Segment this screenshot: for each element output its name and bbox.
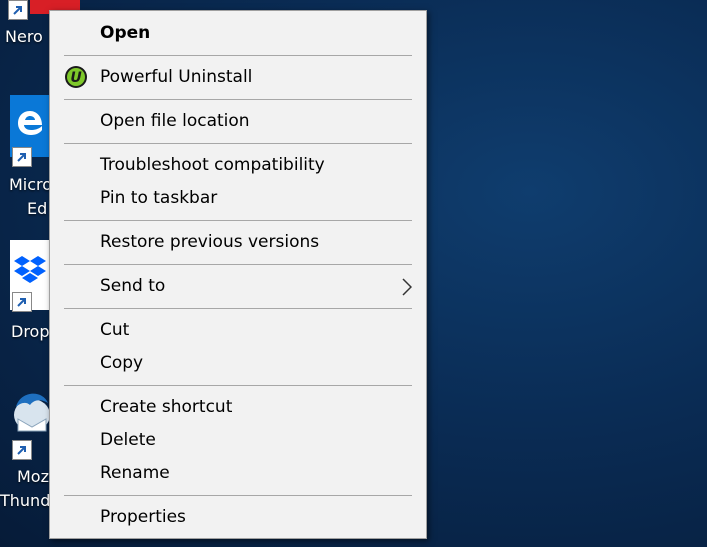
menu-item-label: Restore previous versions (100, 232, 320, 252)
desktop-icon-label: Nero (5, 27, 43, 46)
menu-separator (64, 264, 412, 265)
menu-item-powerful-uninstall[interactable]: U Powerful Uninstall (50, 62, 426, 94)
menu-item-label: Cut (100, 320, 130, 340)
menu-item-label: Powerful Uninstall (100, 67, 253, 87)
menu-item-label: Delete (100, 430, 156, 450)
svg-text:U: U (70, 70, 82, 86)
powerful-uninstall-icon: U (64, 65, 88, 89)
menu-separator (64, 99, 412, 100)
menu-separator (64, 220, 412, 221)
menu-separator (64, 143, 412, 144)
menu-item-rename[interactable]: Rename (50, 458, 426, 490)
thunderbird-app-icon (12, 385, 52, 443)
desktop-icon-label: Ed (27, 199, 48, 218)
menu-item-label: Properties (100, 507, 186, 527)
menu-item-label: Create shortcut (100, 397, 233, 417)
shortcut-arrow-icon (12, 147, 32, 167)
menu-item-cut[interactable]: Cut (50, 315, 426, 347)
desktop-icon-label: Thund (0, 491, 51, 510)
menu-item-troubleshoot-compatibility[interactable]: Troubleshoot compatibility (50, 150, 426, 182)
shortcut-arrow-icon (12, 292, 32, 312)
desktop-icon-label: Moz (17, 467, 49, 486)
menu-separator (64, 55, 412, 56)
menu-separator (64, 385, 412, 386)
menu-item-create-shortcut[interactable]: Create shortcut (50, 392, 426, 424)
menu-item-open[interactable]: Open (50, 18, 426, 50)
menu-item-label: Open file location (100, 111, 250, 131)
menu-item-properties[interactable]: Properties (50, 502, 426, 534)
menu-separator (64, 495, 412, 496)
context-menu: Open U Powerful Uninstall Open file loca… (49, 10, 427, 539)
menu-item-label: Troubleshoot compatibility (100, 155, 325, 175)
menu-item-label: Open (100, 23, 151, 43)
menu-separator (64, 308, 412, 309)
menu-item-delete[interactable]: Delete (50, 425, 426, 457)
menu-item-label: Send to (100, 276, 166, 296)
shortcut-arrow-icon (12, 440, 32, 460)
menu-item-label: Rename (100, 463, 170, 483)
menu-item-copy[interactable]: Copy (50, 348, 426, 380)
menu-item-send-to[interactable]: Send to (50, 271, 426, 303)
shortcut-arrow-icon (8, 0, 28, 20)
menu-item-label: Pin to taskbar (100, 188, 218, 208)
desktop-icon-label: Drop (11, 322, 50, 341)
menu-item-label: Copy (100, 353, 144, 373)
chevron-right-icon (402, 278, 413, 301)
menu-item-restore-previous-versions[interactable]: Restore previous versions (50, 227, 426, 259)
desktop-icon-label: Micro (9, 175, 53, 194)
menu-item-pin-to-taskbar[interactable]: Pin to taskbar (50, 183, 426, 215)
menu-item-open-file-location[interactable]: Open file location (50, 106, 426, 138)
